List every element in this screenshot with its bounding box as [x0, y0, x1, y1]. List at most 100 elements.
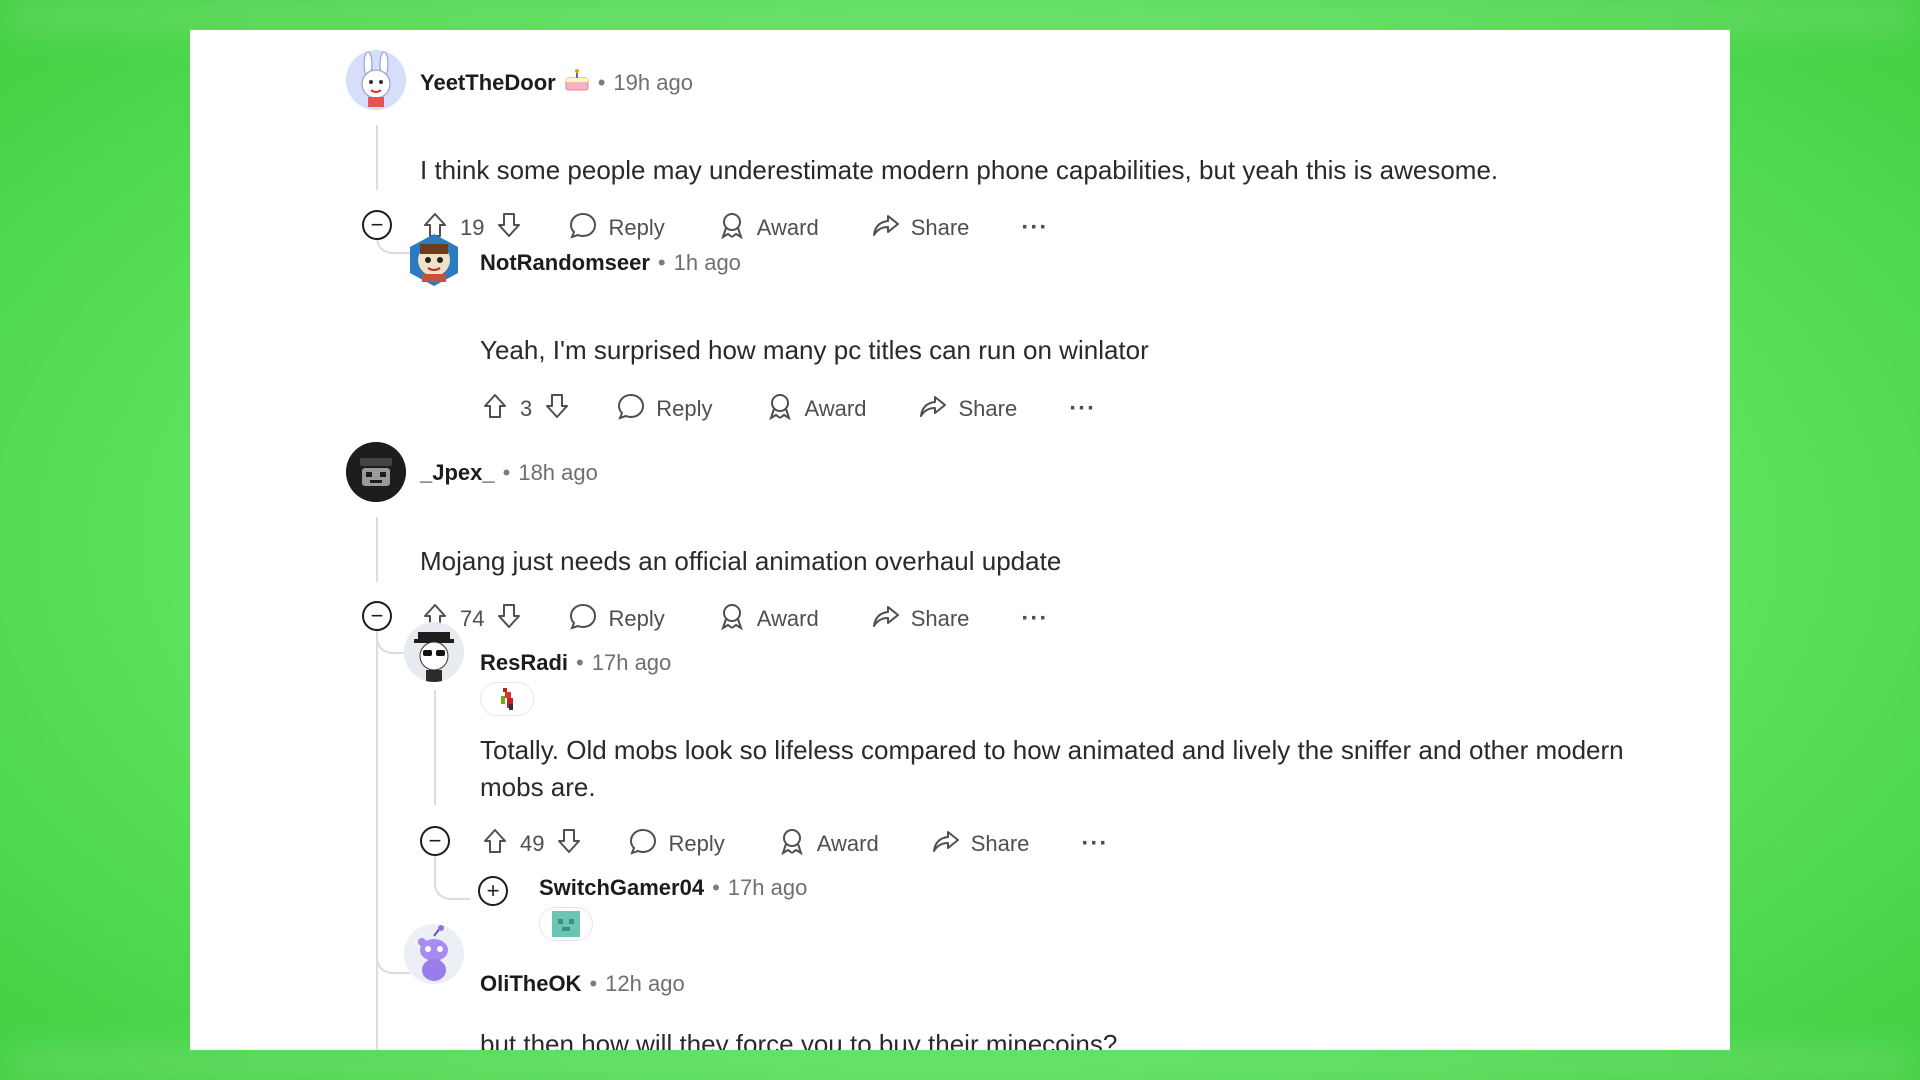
snoo-alien-avatar-icon[interactable] [404, 924, 464, 984]
comment-body: I think some people may underestimate mo… [420, 155, 1499, 185]
reply-label: Reply [608, 606, 665, 631]
comment-body: Yeah, I'm surprised how many pc titles c… [480, 335, 1149, 365]
upvote-icon[interactable] [480, 826, 510, 862]
reply-button[interactable]: Reply [628, 826, 725, 862]
share-label: Share [910, 606, 970, 631]
vote-count: 74 [460, 606, 485, 631]
comment-meta: ResRadi • 17h ago [480, 650, 671, 676]
thread-line [376, 125, 378, 190]
comment-meta: NotRandomseer • 1h ago [480, 250, 741, 276]
award-ribbon-icon [717, 601, 747, 637]
more-options-button[interactable]: ··· [1021, 214, 1048, 242]
separator-dot: • [597, 70, 606, 95]
comment-meta: SwitchGamer04 • 17h ago [539, 875, 807, 901]
comment-meta: _Jpex_ • 18h ago [420, 460, 598, 486]
separator-dot: • [589, 971, 598, 996]
timestamp: 17h ago [727, 875, 808, 900]
timestamp: 19h ago [613, 70, 693, 95]
share-button[interactable]: Share [871, 210, 970, 246]
masked-figure-avatar-icon[interactable] [346, 442, 406, 502]
share-button[interactable]: Share [871, 601, 970, 637]
thread-line [376, 612, 378, 1050]
reply-label: Reply [656, 396, 713, 421]
share-label: Share [970, 831, 1030, 856]
pixel-sprite-flair-icon [480, 682, 534, 716]
comment-meta: OliTheOK • 12h ago [480, 971, 685, 997]
upvote-icon[interactable] [480, 391, 510, 427]
author-name[interactable]: SwitchGamer04 [539, 875, 704, 901]
comment-actions: 74 Reply Award Share ··· [420, 601, 1048, 637]
award-button[interactable]: Award [765, 391, 867, 427]
timestamp: 18h ago [518, 460, 598, 485]
author-name[interactable]: ResRadi [480, 650, 568, 676]
collapse-thread-button[interactable]: − [362, 210, 392, 240]
comment-meta: YeetTheDoor • 19h ago [420, 68, 693, 98]
award-button[interactable]: Award [777, 826, 879, 862]
share-label: Share [958, 396, 1018, 421]
reply-button[interactable]: Reply [616, 391, 713, 427]
downvote-icon[interactable] [554, 826, 584, 862]
timestamp: 1h ago [673, 250, 741, 275]
award-label: Award [804, 396, 867, 421]
author-name[interactable]: YeetTheDoor [420, 70, 556, 96]
panda-hat-avatar-icon[interactable] [404, 622, 464, 682]
comment-body: Totally. Old mobs look so lifeless compa… [480, 735, 1624, 802]
pixel-block-flair-icon [539, 907, 593, 941]
reply-label: Reply [668, 831, 725, 856]
author-name[interactable]: OliTheOK [480, 971, 581, 997]
author-name[interactable]: _Jpex_ [420, 460, 495, 486]
more-options-button[interactable]: ··· [1021, 605, 1048, 633]
expand-thread-button[interactable]: + [478, 876, 508, 906]
thread-line [376, 517, 378, 582]
hexagon-character-avatar-icon[interactable] [404, 230, 464, 290]
vote-group: 3 [480, 391, 572, 427]
background-band [0, 1050, 1920, 1080]
timestamp: 12h ago [605, 971, 685, 996]
share-arrow-icon [871, 210, 901, 246]
award-ribbon-icon [717, 210, 747, 246]
bunny-avatar-icon[interactable] [346, 50, 406, 110]
share-button[interactable]: Share [931, 826, 1030, 862]
author-name[interactable]: NotRandomseer [480, 250, 650, 276]
separator-dot: • [712, 875, 720, 900]
award-ribbon-icon [765, 391, 795, 427]
award-button[interactable]: Award [717, 210, 819, 246]
comment-thread-card: YeetTheDoor • 19h ago I think some peopl… [190, 30, 1730, 1050]
vote-count: 49 [520, 831, 545, 856]
comment-body: but then how will they force you to buy … [480, 1029, 1118, 1050]
share-arrow-icon [931, 826, 961, 862]
collapse-thread-button[interactable]: − [420, 826, 450, 856]
thread-curve [434, 850, 470, 900]
more-options-button[interactable]: ··· [1069, 395, 1096, 423]
background-band [0, 0, 1920, 30]
cake-day-icon [564, 68, 590, 98]
share-button[interactable]: Share [918, 391, 1017, 427]
reply-button[interactable]: Reply [568, 210, 665, 246]
downvote-icon[interactable] [494, 601, 524, 637]
award-button[interactable]: Award [717, 601, 819, 637]
vote-count: 3 [520, 396, 533, 421]
comment-actions: 3 Reply Award Share ··· [480, 391, 1096, 427]
reply-button[interactable]: Reply [568, 601, 665, 637]
more-options-button[interactable]: ··· [1081, 830, 1108, 858]
award-label: Award [756, 215, 819, 240]
comment-actions: 49 Reply Award Share ··· [480, 826, 1108, 862]
award-label: Award [816, 831, 879, 856]
speech-bubble-icon [616, 391, 646, 427]
collapse-thread-button[interactable]: − [362, 601, 392, 631]
award-ribbon-icon [777, 826, 807, 862]
speech-bubble-icon [628, 826, 658, 862]
award-label: Award [756, 606, 819, 631]
separator-dot: • [657, 250, 666, 275]
downvote-icon[interactable] [542, 391, 572, 427]
speech-bubble-icon [568, 601, 598, 637]
comment-actions: 19 Reply Award Share ··· [420, 210, 1048, 246]
timestamp: 17h ago [591, 650, 672, 675]
thread-line [434, 690, 436, 805]
downvote-icon[interactable] [494, 210, 524, 246]
share-arrow-icon [871, 601, 901, 637]
reply-label: Reply [608, 215, 665, 240]
share-label: Share [910, 215, 970, 240]
comment-body: Mojang just needs an official animation … [420, 546, 1062, 576]
separator-dot: • [502, 460, 511, 485]
